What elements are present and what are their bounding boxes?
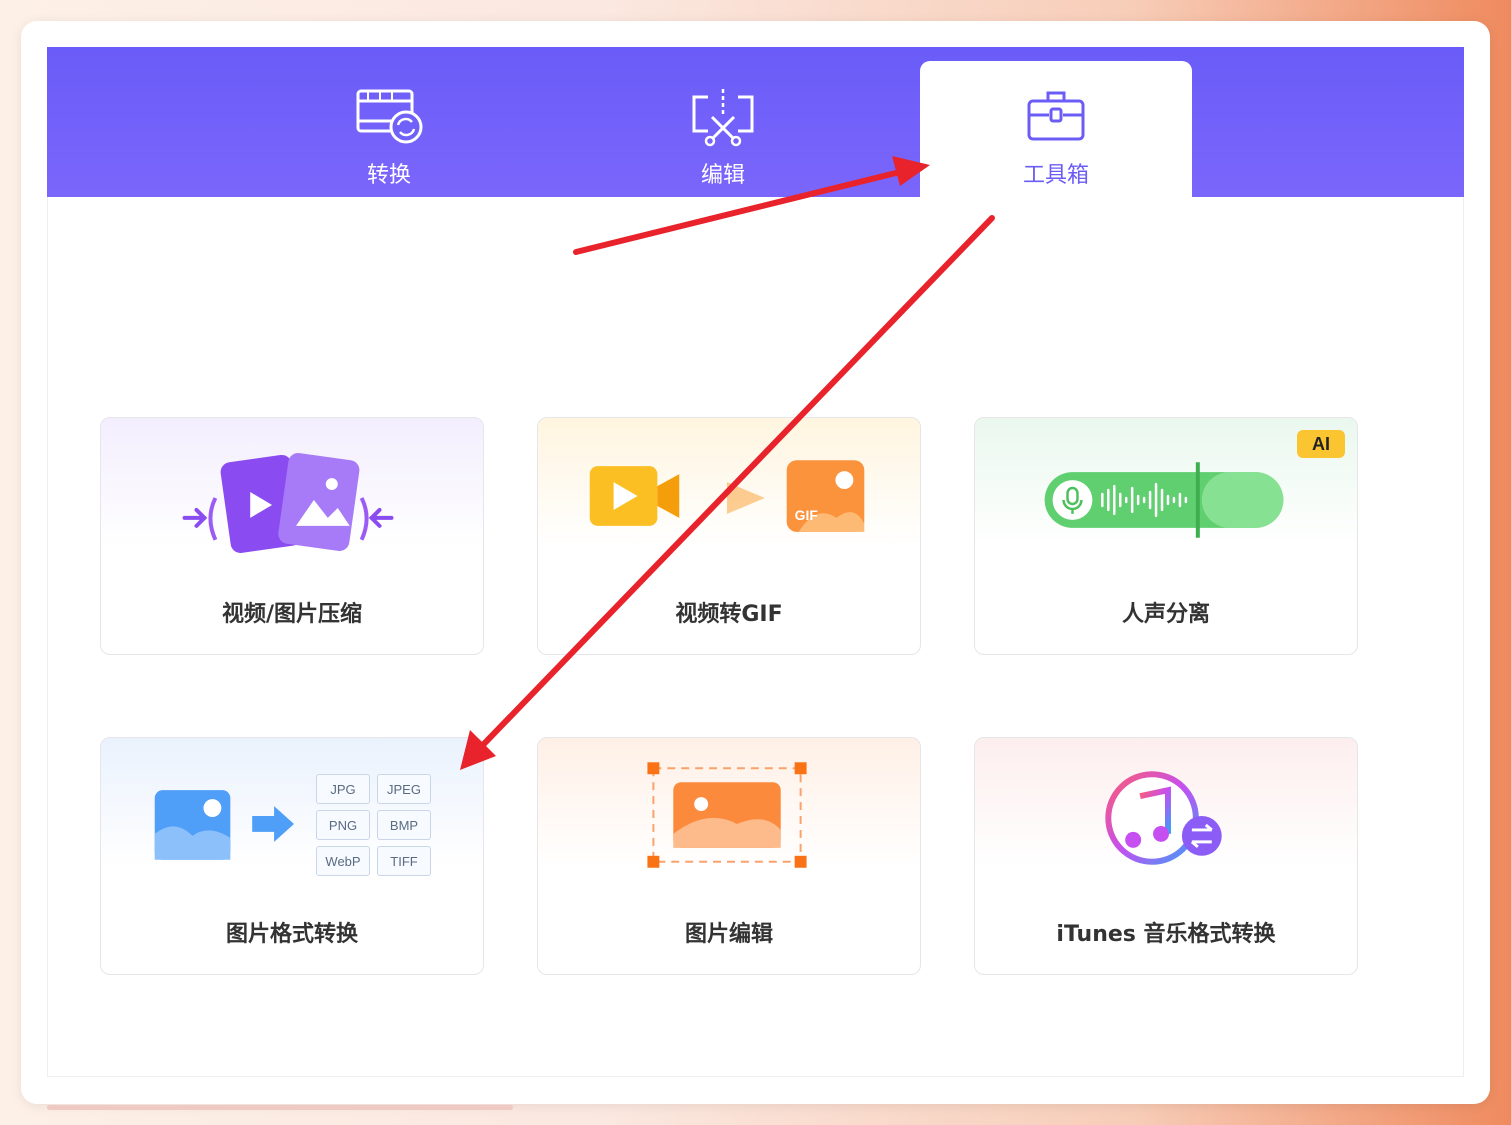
format-tag: WebP xyxy=(316,846,370,876)
tool-label: 图片编辑 xyxy=(684,922,773,947)
tool-card-image-edit[interactable]: 图片编辑 xyxy=(537,737,921,975)
format-tag: TIFF xyxy=(377,846,431,876)
top-tab-bar: 转换 编辑 工具箱 xyxy=(47,47,1464,197)
tool-label: 图片格式转换 xyxy=(225,922,358,947)
gif-tag: GIF xyxy=(795,507,818,523)
toolbox-icon xyxy=(1027,91,1085,141)
tool-label: 人声分离 xyxy=(1121,602,1210,627)
tab-edit[interactable]: 编辑 xyxy=(587,61,859,197)
tool-card-itunes-convert[interactable]: iTunes 音乐格式转换 xyxy=(974,737,1358,975)
image-edit-icon xyxy=(647,762,807,868)
tab-edit-label: 编辑 xyxy=(700,163,745,188)
video-to-gif-icon: GIF xyxy=(589,460,865,532)
app-window: 转换 编辑 工具箱 视频/图片压缩 GIF 视频转GIF AI 人声分离 JPG… xyxy=(21,21,1490,1104)
tool-card-vocal-separation[interactable]: AI 人声分离 xyxy=(974,417,1358,655)
itunes-convert-icon xyxy=(1105,771,1222,865)
tool-label: 视频转GIF xyxy=(675,602,783,627)
tool-card-video-gif[interactable]: GIF 视频转GIF xyxy=(537,417,921,655)
vocal-separation-icon xyxy=(1044,462,1284,538)
tab-toolbox-label: 工具箱 xyxy=(1022,163,1089,188)
tab-toolbox[interactable]: 工具箱 xyxy=(920,61,1192,197)
tab-convert-label: 转换 xyxy=(366,163,411,188)
tool-grid: 视频/图片压缩 GIF 视频转GIF AI 人声分离 JPG JPEG PNG … xyxy=(47,197,1464,1077)
tab-convert[interactable]: 转换 xyxy=(253,61,525,197)
tool-card-image-format[interactable]: JPG JPEG PNG BMP WebP TIFF 图片格式转换 xyxy=(100,737,484,975)
format-tag: PNG xyxy=(316,810,370,840)
tool-label: 视频/图片压缩 xyxy=(221,602,363,627)
compress-media-icon xyxy=(182,452,394,553)
format-tag: JPEG xyxy=(377,774,431,804)
format-tag: JPG xyxy=(316,774,370,804)
cut-edit-icon xyxy=(692,89,754,147)
film-convert-icon xyxy=(356,89,423,144)
tool-label: iTunes 音乐格式转换 xyxy=(1056,922,1276,947)
tool-card-compress[interactable]: 视频/图片压缩 xyxy=(100,417,484,655)
format-tag: BMP xyxy=(377,810,431,840)
horizontal-scrollbar[interactable] xyxy=(47,1105,513,1110)
